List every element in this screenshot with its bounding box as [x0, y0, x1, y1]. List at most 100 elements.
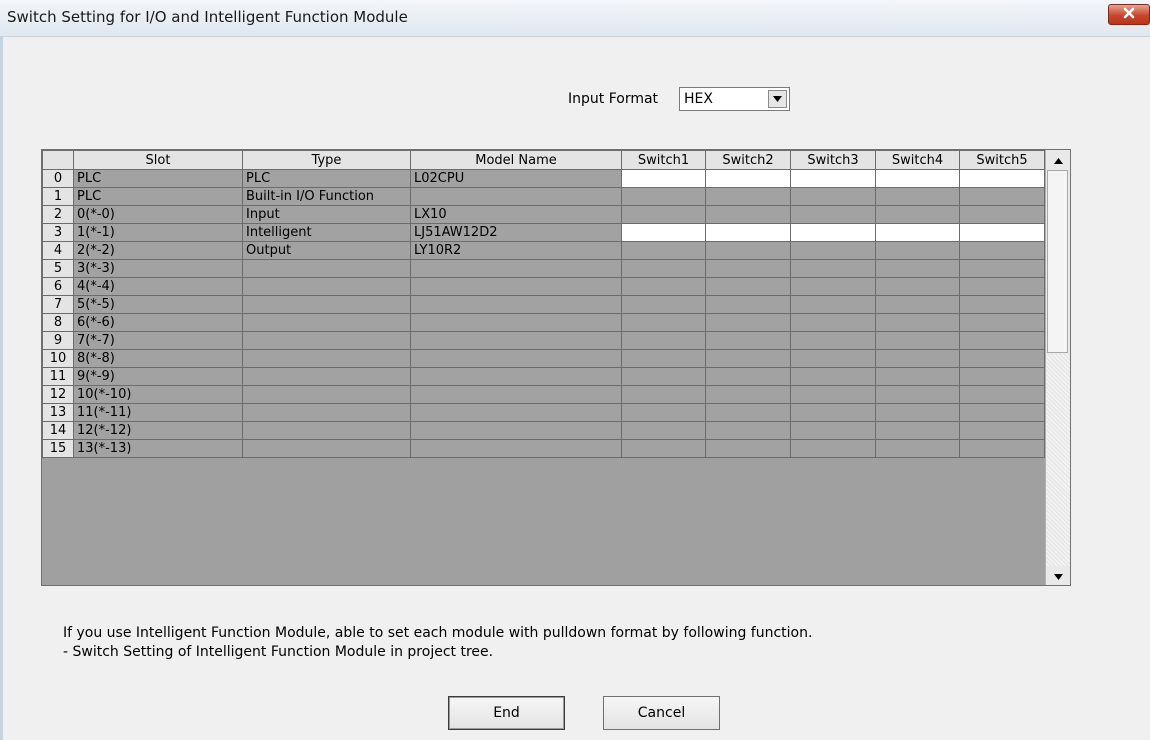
- slot-cell: 6(*-6): [73, 313, 243, 332]
- switch5-cell: [959, 187, 1045, 206]
- switch4-cell: [875, 313, 960, 332]
- switch1-cell: [621, 439, 706, 458]
- column-header-model-name: Model Name: [410, 150, 622, 170]
- table-row[interactable]: 10 8(*-8): [42, 349, 1045, 368]
- table-row[interactable]: 11 9(*-9): [42, 367, 1045, 386]
- switch4-cell[interactable]: [875, 223, 960, 242]
- switch5-cell: [959, 331, 1045, 350]
- switch1-cell[interactable]: [621, 169, 706, 188]
- type-cell: Built-in I/O Function: [242, 187, 411, 206]
- model-name-cell: LX10: [410, 205, 622, 224]
- scroll-down-button[interactable]: [1046, 566, 1070, 585]
- switch2-cell: [705, 259, 791, 278]
- switch2-cell: [705, 187, 791, 206]
- scroll-down-arrow-icon: [1053, 568, 1063, 584]
- switch4-cell[interactable]: [875, 169, 960, 188]
- switch3-cell: [790, 331, 876, 350]
- close-button[interactable]: [1108, 4, 1150, 25]
- vertical-scrollbar[interactable]: [1045, 150, 1070, 585]
- switch3-cell: [790, 385, 876, 404]
- table-row[interactable]: 4 2(*-2) Output LY10R2: [42, 241, 1045, 260]
- row-number: 4: [42, 241, 74, 260]
- table-row[interactable]: 1 PLC Built-in I/O Function: [42, 187, 1045, 206]
- title-bar: Switch Setting for I/O and Intelligent F…: [0, 0, 1150, 37]
- switch5-cell: [959, 385, 1045, 404]
- type-cell: [242, 277, 411, 296]
- table-row[interactable]: 13 11(*-11): [42, 403, 1045, 422]
- model-name-cell: LY10R2: [410, 241, 622, 260]
- table-row[interactable]: 3 1(*-1) Intelligent LJ51AW12D2: [42, 223, 1045, 242]
- switch2-cell[interactable]: [705, 169, 791, 188]
- switch5-cell[interactable]: [959, 169, 1045, 188]
- switch5-cell: [959, 313, 1045, 332]
- model-name-cell: [410, 331, 622, 350]
- switch3-cell: [790, 403, 876, 422]
- switch1-cell: [621, 313, 706, 332]
- switch1-cell: [621, 385, 706, 404]
- type-cell: [242, 295, 411, 314]
- model-name-cell: [410, 259, 622, 278]
- slot-cell: 4(*-4): [73, 277, 243, 296]
- switch1-cell: [621, 349, 706, 368]
- row-number: 0: [42, 169, 74, 188]
- end-button[interactable]: End: [448, 696, 565, 730]
- type-cell: Input: [242, 205, 411, 224]
- switch1-cell: [621, 277, 706, 296]
- switch3-cell: [790, 313, 876, 332]
- scroll-thumb[interactable]: [1047, 170, 1068, 353]
- input-format-label: Input Format: [568, 91, 659, 107]
- row-number: 5: [42, 259, 74, 278]
- switch2-cell[interactable]: [705, 223, 791, 242]
- type-cell: Intelligent: [242, 223, 411, 242]
- switch1-cell[interactable]: [621, 223, 706, 242]
- switch4-cell: [875, 259, 960, 278]
- switch3-cell[interactable]: [790, 169, 876, 188]
- row-number: 15: [42, 439, 74, 458]
- cancel-button[interactable]: Cancel: [603, 696, 720, 730]
- switch3-cell: [790, 367, 876, 386]
- table-row[interactable]: 6 4(*-4): [42, 277, 1045, 296]
- scroll-track[interactable]: [1046, 354, 1070, 566]
- input-format-select[interactable]: HEX: [679, 87, 790, 111]
- model-name-cell: [410, 385, 622, 404]
- table-row[interactable]: 14 12(*-12): [42, 421, 1045, 440]
- model-name-cell: [410, 403, 622, 422]
- table-row[interactable]: 15 13(*-13): [42, 439, 1045, 458]
- column-header-switch1: Switch1: [621, 150, 706, 170]
- window-title: Switch Setting for I/O and Intelligent F…: [7, 8, 408, 26]
- row-number: 12: [42, 385, 74, 404]
- model-name-cell: [410, 439, 622, 458]
- table-row[interactable]: 8 6(*-6): [42, 313, 1045, 332]
- switch5-cell[interactable]: [959, 223, 1045, 242]
- slot-cell: 13(*-13): [73, 439, 243, 458]
- switch4-cell: [875, 421, 960, 440]
- row-number: 1: [42, 187, 74, 206]
- switch3-cell[interactable]: [790, 223, 876, 242]
- type-cell: [242, 403, 411, 422]
- row-number: 8: [42, 313, 74, 332]
- switch5-cell: [959, 295, 1045, 314]
- type-cell: [242, 259, 411, 278]
- table-row[interactable]: 0 PLC PLC L02CPU: [42, 169, 1045, 188]
- slot-cell: 11(*-11): [73, 403, 243, 422]
- type-cell: [242, 367, 411, 386]
- switch4-cell: [875, 241, 960, 260]
- switch2-cell: [705, 385, 791, 404]
- table-row[interactable]: 9 7(*-7): [42, 331, 1045, 350]
- dropdown-arrow-icon[interactable]: [768, 90, 787, 108]
- table-row[interactable]: 2 0(*-0) Input LX10: [42, 205, 1045, 224]
- column-header-type: Type: [242, 150, 411, 170]
- table-row[interactable]: 12 10(*-10): [42, 385, 1045, 404]
- type-cell: [242, 349, 411, 368]
- scroll-up-button[interactable]: [1046, 150, 1070, 169]
- table-row[interactable]: 5 3(*-3): [42, 259, 1045, 278]
- column-header-switch4: Switch4: [875, 150, 960, 170]
- row-number: 11: [42, 367, 74, 386]
- slot-cell: PLC: [73, 187, 243, 206]
- switch2-cell: [705, 205, 791, 224]
- settings-table: Slot Type Model Name Switch1 Switch2 Swi…: [42, 150, 1045, 458]
- switch3-cell: [790, 205, 876, 224]
- table-row[interactable]: 7 5(*-5): [42, 295, 1045, 314]
- info-text-line1: If you use Intelligent Function Module, …: [63, 625, 813, 641]
- slot-cell: 12(*-12): [73, 421, 243, 440]
